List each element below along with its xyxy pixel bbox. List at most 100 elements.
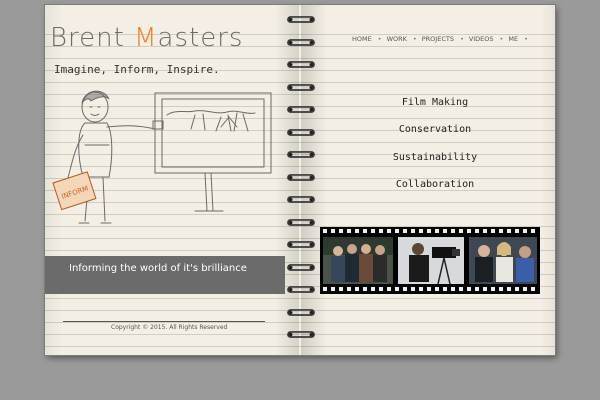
nav-separator: • xyxy=(459,35,464,43)
topic-sustainability[interactable]: Sustainability xyxy=(375,152,495,163)
film-sprocket-hole xyxy=(435,287,439,291)
group-photo[interactable] xyxy=(323,237,393,284)
interview-photo[interactable] xyxy=(469,237,537,284)
nav-separator: • xyxy=(499,35,504,43)
film-sprocket-hole xyxy=(451,229,455,233)
copyright-text: Copyright © 2015. All Rights Reserved xyxy=(111,324,228,331)
film-sprocket-hole xyxy=(363,229,367,233)
film-sprocket-hole xyxy=(483,229,487,233)
film-sprocket-hole xyxy=(379,287,383,291)
film-sprocket-hole xyxy=(443,229,447,233)
camera-operator-photo[interactable] xyxy=(398,237,464,285)
film-sprocket-hole xyxy=(499,229,503,233)
film-sprocket-hole xyxy=(419,229,423,233)
film-sprocket-hole xyxy=(459,229,463,233)
nav-work[interactable]: WORK xyxy=(387,35,407,43)
film-sprocket-hole xyxy=(499,287,503,291)
film-sprocket-hole xyxy=(475,287,479,291)
film-sprocket-hole xyxy=(507,287,511,291)
film-sprocket-hole xyxy=(443,287,447,291)
binding-ring xyxy=(287,196,315,203)
binding-ring xyxy=(287,308,315,316)
film-sprocket-hole xyxy=(323,287,327,291)
binding-ring xyxy=(287,106,315,113)
film-sprocket-hole xyxy=(427,287,431,291)
film-sprocket-hole xyxy=(467,229,471,233)
film-sprocket-hole xyxy=(387,287,391,291)
page-body: { "site": { "logo_part1": "Brent ", "log… xyxy=(0,0,600,400)
nav-projects[interactable]: PROJECTS xyxy=(422,35,454,43)
banner-text: Informing the world of it's brilliance xyxy=(69,263,247,274)
binding-ring xyxy=(287,263,315,271)
binding-ring xyxy=(287,151,315,158)
film-sprocket-hole xyxy=(339,229,343,233)
film-sprocket-hole xyxy=(355,229,359,233)
film-sprocket-hole xyxy=(427,229,431,233)
binding-ring xyxy=(287,173,315,181)
spiral-binding xyxy=(285,15,319,350)
binding-ring xyxy=(287,286,315,293)
film-sprocket-hole xyxy=(347,287,351,291)
film-sprocket-hole xyxy=(411,229,415,233)
nav-separator: • xyxy=(377,35,382,43)
film-sprocket-hole xyxy=(459,287,463,291)
binding-ring xyxy=(287,16,315,23)
film-sprocket-hole xyxy=(411,287,415,291)
film-sprocket-hole xyxy=(491,287,495,291)
binding-ring xyxy=(287,83,315,91)
hero-banner: Informing the world of it's brilliance xyxy=(45,256,285,294)
main-nav: HOME • WORK • PROJECTS • VIDEOS • ME • xyxy=(352,35,533,43)
film-sprocket-hole xyxy=(483,287,487,291)
film-sprocket-hole xyxy=(451,287,455,291)
logo-text-first: Brent xyxy=(50,23,135,53)
film-sprocket-hole xyxy=(363,287,367,291)
film-sprocket-hole xyxy=(467,287,471,291)
film-sprocket-hole xyxy=(379,229,383,233)
topic-collaboration[interactable]: Collaboration xyxy=(375,179,495,190)
nav-me[interactable]: ME xyxy=(508,35,518,43)
film-sprocket-hole xyxy=(371,229,375,233)
topic-film-making[interactable]: Film Making xyxy=(375,97,495,108)
film-sprocket-hole xyxy=(515,229,519,233)
film-sprocket-hole xyxy=(475,229,479,233)
binding-ring xyxy=(287,61,315,68)
film-sprocket-hole xyxy=(323,229,327,233)
nav-home[interactable]: HOME xyxy=(352,35,372,43)
binding-ring xyxy=(287,128,315,136)
film-sprocket-hole xyxy=(331,229,335,233)
logo-text-last: asters xyxy=(157,23,244,53)
topic-conservation[interactable]: Conservation xyxy=(375,124,495,135)
film-sprocket-hole xyxy=(531,229,535,233)
film-sprockets-top xyxy=(323,229,535,233)
film-sprocket-hole xyxy=(395,229,399,233)
film-strip-graphic xyxy=(323,229,537,291)
nav-videos[interactable]: VIDEOS xyxy=(469,35,494,43)
nav-separator: • xyxy=(412,35,417,43)
film-sprocket-hole xyxy=(523,287,527,291)
film-sprocket-hole xyxy=(331,287,335,291)
footer-divider xyxy=(63,321,265,322)
film-sprocket-hole xyxy=(531,287,535,291)
site-logo[interactable]: Brent Masters xyxy=(50,23,243,53)
film-sprocket-hole xyxy=(507,229,511,233)
film-sprocket-hole xyxy=(387,229,391,233)
film-sprocket-hole xyxy=(419,287,423,291)
film-sprocket-hole xyxy=(347,229,351,233)
film-sprocket-hole xyxy=(395,287,399,291)
binding-ring xyxy=(287,331,315,338)
film-sprockets-bottom xyxy=(323,287,535,291)
film-sprocket-hole xyxy=(403,229,407,233)
film-strip xyxy=(320,227,540,294)
binding-ring xyxy=(287,38,315,46)
film-sprocket-hole xyxy=(491,229,495,233)
logo-text-accent: M xyxy=(134,23,158,53)
film-sprocket-hole xyxy=(339,287,343,291)
tagline: Imagine, Inform, Inspire. xyxy=(54,63,220,76)
film-sprocket-hole xyxy=(523,229,527,233)
film-sprocket-hole xyxy=(515,287,519,291)
film-sprocket-hole xyxy=(371,287,375,291)
binding-ring xyxy=(287,218,315,226)
film-sprocket-hole xyxy=(403,287,407,291)
film-sprocket-hole xyxy=(435,229,439,233)
notebook: Brent Masters Imagine, Inform, Inspire. xyxy=(45,5,555,355)
